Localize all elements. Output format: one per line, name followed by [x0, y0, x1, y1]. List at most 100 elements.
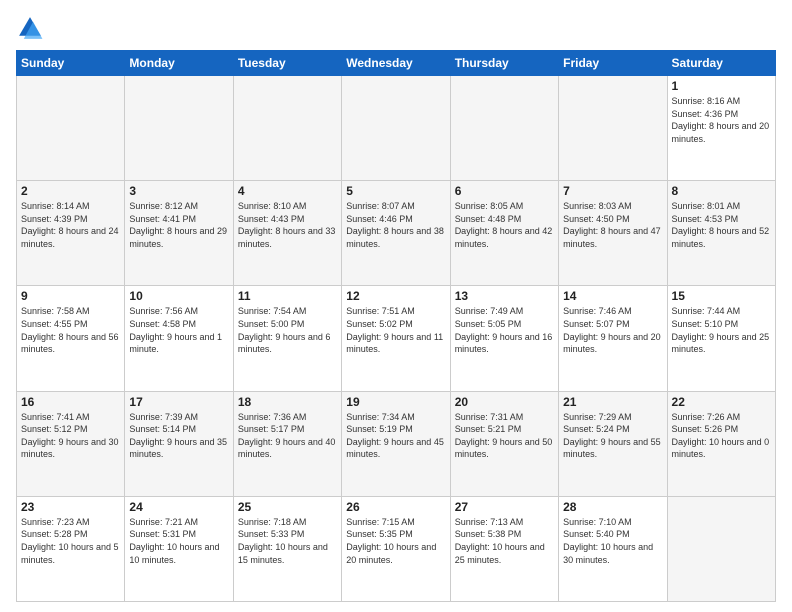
- header: [16, 14, 776, 42]
- cell-info: Sunrise: 7:58 AMSunset: 4:55 PMDaylight:…: [21, 305, 120, 355]
- calendar-cell: 27 Sunrise: 7:13 AMSunset: 5:38 PMDayligh…: [450, 496, 558, 601]
- calendar-cell: 4 Sunrise: 8:10 AMSunset: 4:43 PMDaylight…: [233, 181, 341, 286]
- calendar-cell: 13 Sunrise: 7:49 AMSunset: 5:05 PMDayligh…: [450, 286, 558, 391]
- calendar-cell: 6 Sunrise: 8:05 AMSunset: 4:48 PMDaylight…: [450, 181, 558, 286]
- day-number: 25: [238, 500, 337, 514]
- cell-info: Sunrise: 8:01 AMSunset: 4:53 PMDaylight:…: [672, 200, 771, 250]
- calendar-cell: 10 Sunrise: 7:56 AMSunset: 4:58 PMDayligh…: [125, 286, 233, 391]
- calendar-cell: 16 Sunrise: 7:41 AMSunset: 5:12 PMDayligh…: [17, 391, 125, 496]
- day-number: 24: [129, 500, 228, 514]
- day-number: 8: [672, 184, 771, 198]
- calendar-cell: 24 Sunrise: 7:21 AMSunset: 5:31 PMDayligh…: [125, 496, 233, 601]
- day-number: 22: [672, 395, 771, 409]
- cell-info: Sunrise: 7:18 AMSunset: 5:33 PMDaylight:…: [238, 516, 337, 566]
- cell-info: Sunrise: 7:21 AMSunset: 5:31 PMDaylight:…: [129, 516, 228, 566]
- cell-info: Sunrise: 7:10 AMSunset: 5:40 PMDaylight:…: [563, 516, 662, 566]
- calendar-cell: 1 Sunrise: 8:16 AMSunset: 4:36 PMDaylight…: [667, 76, 775, 181]
- calendar-cell: 18 Sunrise: 7:36 AMSunset: 5:17 PMDayligh…: [233, 391, 341, 496]
- cell-info: Sunrise: 8:07 AMSunset: 4:46 PMDaylight:…: [346, 200, 445, 250]
- cell-info: Sunrise: 7:54 AMSunset: 5:00 PMDaylight:…: [238, 305, 337, 355]
- cell-info: Sunrise: 7:15 AMSunset: 5:35 PMDaylight:…: [346, 516, 445, 566]
- week-row-4: 16 Sunrise: 7:41 AMSunset: 5:12 PMDayligh…: [17, 391, 776, 496]
- day-number: 4: [238, 184, 337, 198]
- calendar-cell: [450, 76, 558, 181]
- day-number: 3: [129, 184, 228, 198]
- day-number: 13: [455, 289, 554, 303]
- day-number: 6: [455, 184, 554, 198]
- calendar-cell: 21 Sunrise: 7:29 AMSunset: 5:24 PMDayligh…: [559, 391, 667, 496]
- week-row-3: 9Sunrise: 7:58 AMSunset: 4:55 PMDaylight…: [17, 286, 776, 391]
- calendar-cell: [17, 76, 125, 181]
- day-number: 18: [238, 395, 337, 409]
- cell-info: Sunrise: 7:29 AMSunset: 5:24 PMDaylight:…: [563, 411, 662, 461]
- day-number: 19: [346, 395, 445, 409]
- calendar: SundayMondayTuesdayWednesdayThursdayFrid…: [16, 50, 776, 602]
- cell-info: Sunrise: 7:34 AMSunset: 5:19 PMDaylight:…: [346, 411, 445, 461]
- cell-info: Sunrise: 8:16 AMSunset: 4:36 PMDaylight:…: [672, 95, 771, 145]
- cell-info: Sunrise: 7:26 AMSunset: 5:26 PMDaylight:…: [672, 411, 771, 461]
- weekday-header-saturday: Saturday: [667, 51, 775, 76]
- calendar-cell: 14Sunrise: 7:46 AMSunset: 5:07 PMDayligh…: [559, 286, 667, 391]
- day-number: 15: [672, 289, 771, 303]
- page: SundayMondayTuesdayWednesdayThursdayFrid…: [0, 0, 792, 612]
- weekday-header-wednesday: Wednesday: [342, 51, 450, 76]
- calendar-cell: [667, 496, 775, 601]
- week-row-1: 1 Sunrise: 8:16 AMSunset: 4:36 PMDaylight…: [17, 76, 776, 181]
- calendar-cell: 11 Sunrise: 7:54 AMSunset: 5:00 PMDayligh…: [233, 286, 341, 391]
- calendar-cell: 23 Sunrise: 7:23 AMSunset: 5:28 PMDayligh…: [17, 496, 125, 601]
- calendar-cell: [559, 76, 667, 181]
- day-number: 23: [21, 500, 120, 514]
- cell-info: Sunrise: 7:13 AMSunset: 5:38 PMDaylight:…: [455, 516, 554, 566]
- calendar-cell: [125, 76, 233, 181]
- cell-info: Sunrise: 7:51 AMSunset: 5:02 PMDaylight:…: [346, 305, 445, 355]
- cell-info: Sunrise: 7:49 AMSunset: 5:05 PMDaylight:…: [455, 305, 554, 355]
- day-number: 7: [563, 184, 662, 198]
- day-number: 12: [346, 289, 445, 303]
- week-row-2: 2 Sunrise: 8:14 AMSunset: 4:39 PMDaylight…: [17, 181, 776, 286]
- calendar-cell: 5Sunrise: 8:07 AMSunset: 4:46 PMDaylight…: [342, 181, 450, 286]
- day-number: 1: [672, 79, 771, 93]
- day-number: 16: [21, 395, 120, 409]
- cell-info: Sunrise: 7:39 AMSunset: 5:14 PMDaylight:…: [129, 411, 228, 461]
- day-number: 11: [238, 289, 337, 303]
- weekday-header-sunday: Sunday: [17, 51, 125, 76]
- logo-icon: [16, 14, 44, 42]
- cell-info: Sunrise: 8:10 AMSunset: 4:43 PMDaylight:…: [238, 200, 337, 250]
- cell-info: Sunrise: 7:31 AMSunset: 5:21 PMDaylight:…: [455, 411, 554, 461]
- cell-info: Sunrise: 8:12 AMSunset: 4:41 PMDaylight:…: [129, 200, 228, 250]
- calendar-cell: 8 Sunrise: 8:01 AMSunset: 4:53 PMDaylight…: [667, 181, 775, 286]
- cell-info: Sunrise: 7:56 AMSunset: 4:58 PMDaylight:…: [129, 305, 228, 355]
- day-number: 20: [455, 395, 554, 409]
- calendar-cell: 15 Sunrise: 7:44 AMSunset: 5:10 PMDayligh…: [667, 286, 775, 391]
- day-number: 10: [129, 289, 228, 303]
- cell-info: Sunrise: 8:03 AMSunset: 4:50 PMDaylight:…: [563, 200, 662, 250]
- calendar-cell: 17 Sunrise: 7:39 AMSunset: 5:14 PMDayligh…: [125, 391, 233, 496]
- cell-info: Sunrise: 8:14 AMSunset: 4:39 PMDaylight:…: [21, 200, 120, 250]
- calendar-cell: 25 Sunrise: 7:18 AMSunset: 5:33 PMDayligh…: [233, 496, 341, 601]
- weekday-header-monday: Monday: [125, 51, 233, 76]
- day-number: 17: [129, 395, 228, 409]
- weekday-header-row: SundayMondayTuesdayWednesdayThursdayFrid…: [17, 51, 776, 76]
- day-number: 21: [563, 395, 662, 409]
- calendar-cell: 28Sunrise: 7:10 AMSunset: 5:40 PMDayligh…: [559, 496, 667, 601]
- calendar-cell: 22 Sunrise: 7:26 AMSunset: 5:26 PMDayligh…: [667, 391, 775, 496]
- weekday-header-tuesday: Tuesday: [233, 51, 341, 76]
- cell-info: Sunrise: 8:05 AMSunset: 4:48 PMDaylight:…: [455, 200, 554, 250]
- cell-info: Sunrise: 7:23 AMSunset: 5:28 PMDaylight:…: [21, 516, 120, 566]
- calendar-cell: 20 Sunrise: 7:31 AMSunset: 5:21 PMDayligh…: [450, 391, 558, 496]
- calendar-cell: 19 Sunrise: 7:34 AMSunset: 5:19 PMDayligh…: [342, 391, 450, 496]
- calendar-cell: [233, 76, 341, 181]
- calendar-cell: 7 Sunrise: 8:03 AMSunset: 4:50 PMDaylight…: [559, 181, 667, 286]
- cell-info: Sunrise: 7:41 AMSunset: 5:12 PMDaylight:…: [21, 411, 120, 461]
- cell-info: Sunrise: 7:46 AMSunset: 5:07 PMDaylight:…: [563, 305, 662, 355]
- calendar-cell: 3 Sunrise: 8:12 AMSunset: 4:41 PMDaylight…: [125, 181, 233, 286]
- cell-info: Sunrise: 7:36 AMSunset: 5:17 PMDaylight:…: [238, 411, 337, 461]
- day-number: 27: [455, 500, 554, 514]
- logo: [16, 14, 48, 42]
- cell-info: Sunrise: 7:44 AMSunset: 5:10 PMDaylight:…: [672, 305, 771, 355]
- weekday-header-friday: Friday: [559, 51, 667, 76]
- weekday-header-thursday: Thursday: [450, 51, 558, 76]
- day-number: 26: [346, 500, 445, 514]
- calendar-cell: 2 Sunrise: 8:14 AMSunset: 4:39 PMDaylight…: [17, 181, 125, 286]
- day-number: 2: [21, 184, 120, 198]
